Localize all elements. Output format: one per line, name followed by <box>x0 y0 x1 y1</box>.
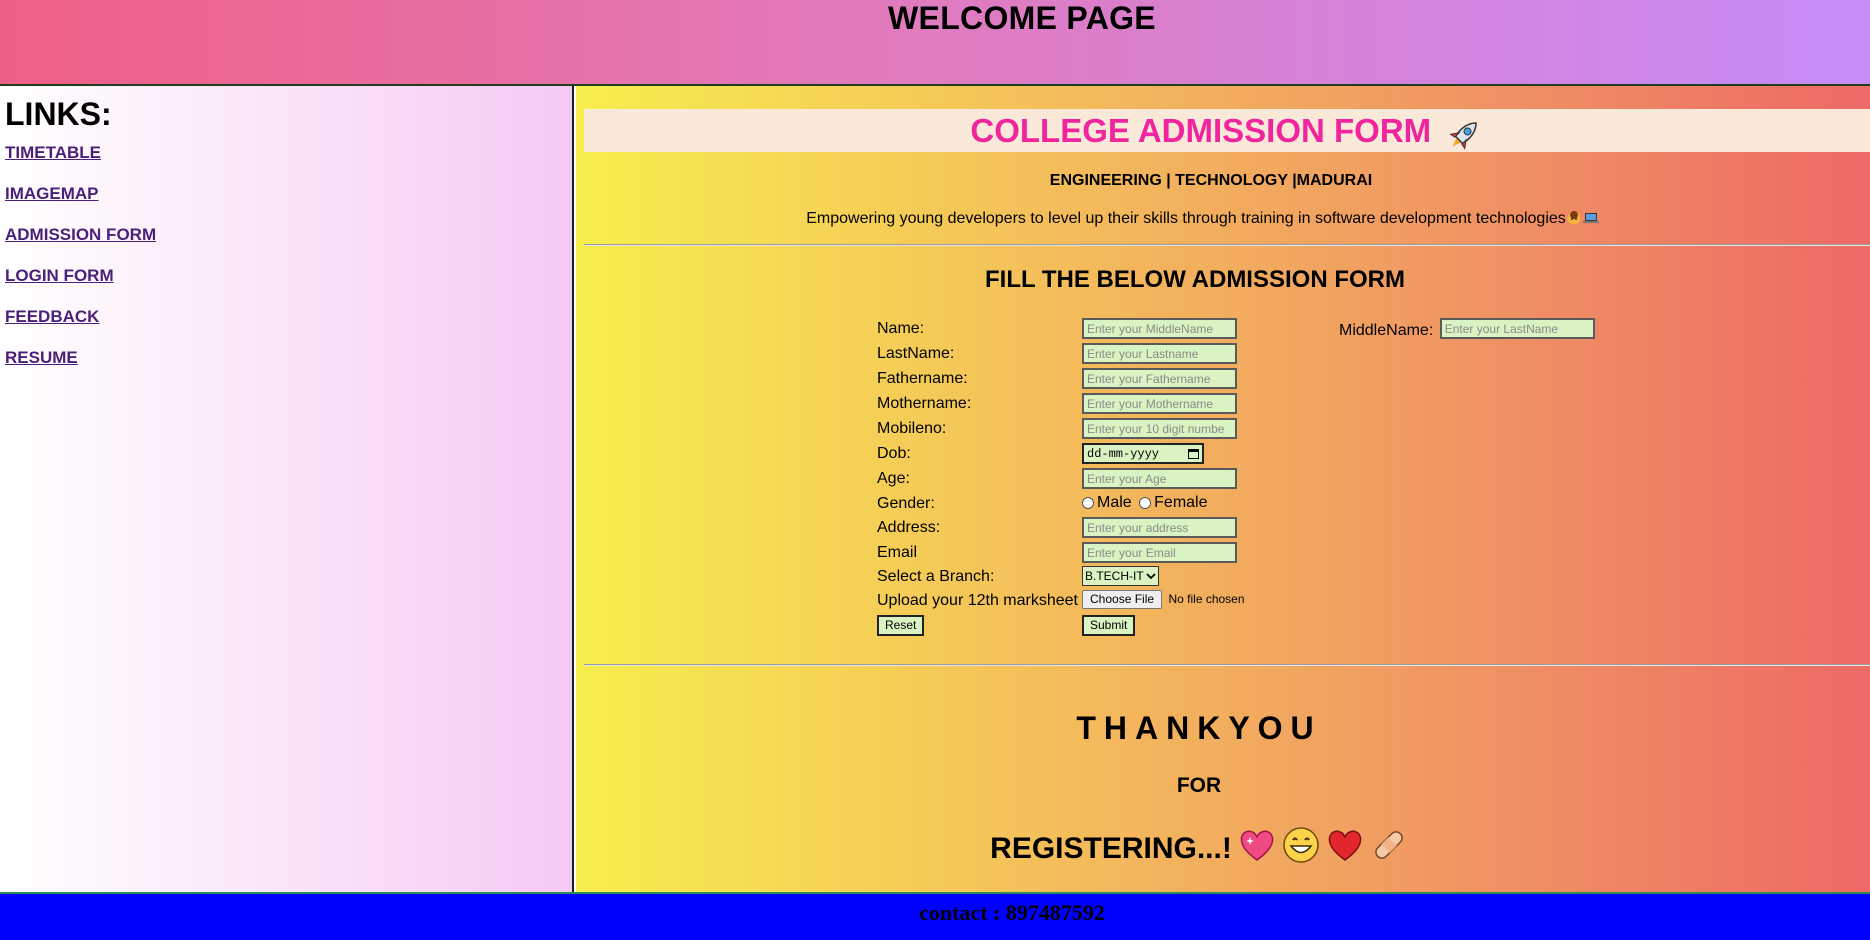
lastname-label: LastName: <box>877 345 955 362</box>
gender-female-radio[interactable] <box>1139 496 1152 509</box>
link-login-form[interactable]: LOGIN FORM <box>5 266 114 285</box>
chevron-down-icon <box>1146 573 1156 580</box>
upload-label: Upload your 12th marksheet <box>877 592 1078 609</box>
upload-status: No file chosen <box>1168 592 1245 606</box>
header-bar: WELCOME PAGE <box>0 0 1870 86</box>
dob-placeholder: dd-mm-yyyy <box>1087 446 1160 461</box>
for-text: FOR <box>1176 774 1222 797</box>
sparkling-heart-icon <box>1238 828 1276 870</box>
form-title-band: COLLEGE ADMISSION FORM <box>584 109 1870 152</box>
thankyou-text: THANKYOU <box>1076 710 1322 746</box>
college-tagline: ENGINEERING | TECHNOLOGY |MADURAI <box>1049 172 1373 189</box>
middlename-input[interactable] <box>1439 318 1595 339</box>
dob-input[interactable]: dd-mm-yyyy <box>1082 443 1204 464</box>
divider <box>584 244 1870 246</box>
gender-group: Male Female <box>1082 494 1208 512</box>
calendar-icon[interactable] <box>1188 448 1199 459</box>
link-resume[interactable]: RESUME <box>5 348 78 367</box>
college-description: Empowering young developers to level up … <box>556 210 1850 228</box>
link-imagemap[interactable]: IMAGEMAP <box>5 184 99 203</box>
name-input[interactable] <box>1082 318 1237 339</box>
red-heart-icon <box>1326 828 1364 870</box>
college-admission-title: COLLEGE ADMISSION FORM <box>970 112 1432 149</box>
choose-file-button[interactable]: Choose File <box>1082 590 1163 609</box>
link-admission-form[interactable]: ADMISSION FORM <box>5 225 156 244</box>
age-label: Age: <box>877 470 910 487</box>
lastname-input[interactable] <box>1082 343 1237 364</box>
sidebar-links: TIMETABLE IMAGEMAP ADMISSION FORM LOGIN … <box>5 143 572 368</box>
gender-female-label: Female <box>1154 494 1208 511</box>
fathername-input[interactable] <box>1082 368 1237 389</box>
mothername-input[interactable] <box>1082 393 1237 414</box>
link-timetable[interactable]: TIMETABLE <box>5 143 101 162</box>
mothername-label: Mothername: <box>877 395 972 412</box>
branch-label: Select a Branch: <box>877 568 995 585</box>
link-feedback[interactable]: FEEDBACK <box>5 307 99 326</box>
email-label: Email <box>877 544 918 561</box>
form-heading: FILL THE BELOW ADMISSION FORM <box>985 266 1405 293</box>
address-input[interactable] <box>1082 517 1237 538</box>
gender-male-radio[interactable] <box>1082 496 1094 509</box>
sidebar: LINKS: TIMETABLE IMAGEMAP ADMISSION FORM… <box>0 86 574 892</box>
reset-button[interactable]: Reset <box>877 615 925 636</box>
laptop-icon <box>1582 210 1600 227</box>
rocket-icon <box>1444 115 1484 160</box>
email-input[interactable] <box>1082 542 1237 563</box>
mobile-label: Mobileno: <box>877 420 947 437</box>
branch-selected-value: B.TECH-IT <box>1085 569 1144 583</box>
bandage-icon <box>1370 826 1408 872</box>
contact-text: contact : 897487592 <box>919 900 1105 925</box>
footer-bar: contact : 897487592 <box>0 892 1870 940</box>
registering-line: REGISTERING...! <box>552 826 1846 872</box>
dob-label: Dob: <box>877 445 911 462</box>
fathername-label: Fathername: <box>877 370 968 387</box>
address-label: Address: <box>877 519 941 536</box>
registering-text: REGISTERING...! <box>990 832 1232 865</box>
age-input[interactable] <box>1082 468 1237 489</box>
mobile-input[interactable] <box>1082 418 1237 439</box>
name-label: Name: <box>877 320 925 337</box>
gender-male-label: Male <box>1097 494 1132 511</box>
sidebar-heading: LINKS: <box>5 96 112 132</box>
middlename-label: MiddleName: <box>1339 321 1434 339</box>
developer-icon <box>1566 210 1582 227</box>
gender-label: Gender: <box>877 495 935 512</box>
submit-button[interactable]: Submit <box>1082 615 1136 636</box>
grinning-face-icon <box>1282 826 1320 872</box>
branch-select[interactable]: B.TECH-IT <box>1082 566 1159 586</box>
divider <box>584 664 1870 666</box>
main-content: COLLEGE ADMISSION FORM ENGINEERING | TEC… <box>576 86 1870 892</box>
page-title: WELCOME PAGE <box>888 0 1156 36</box>
